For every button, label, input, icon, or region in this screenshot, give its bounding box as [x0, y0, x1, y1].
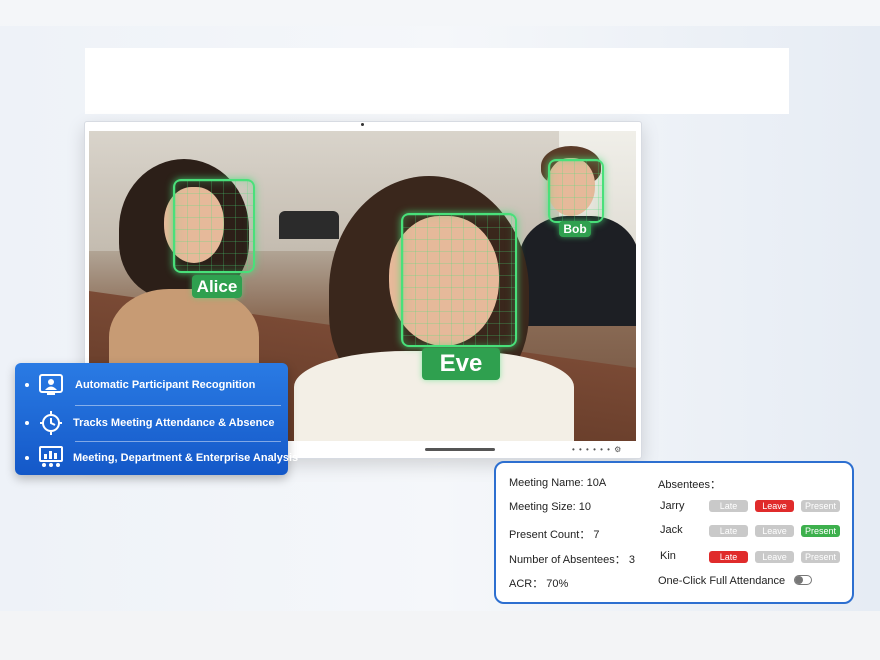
feature-item-recognition: Automatic Participant Recognition	[15, 370, 288, 400]
absentee-name: Kin	[660, 550, 676, 562]
feature-divider	[75, 441, 281, 442]
late-button[interactable]: Late	[709, 500, 748, 512]
bullet-icon	[25, 456, 29, 460]
present-button[interactable]: Present	[801, 500, 840, 512]
toggle-knob	[795, 576, 803, 584]
person-monitor-icon	[37, 372, 65, 398]
present-button[interactable]: Present	[801, 525, 840, 537]
attendance-card: Meeting Name: 10A Meeting Size: 10 Prese…	[494, 461, 854, 604]
feature-divider	[75, 405, 281, 406]
face-box-bob	[548, 159, 604, 223]
name-tag-alice: Alice	[192, 275, 242, 298]
acr-value: ACR： 70%	[509, 578, 569, 590]
absentee-name: Jarry	[660, 500, 685, 512]
face-box-alice	[173, 179, 255, 273]
meeting-name: Meeting Name: 10A	[509, 477, 607, 489]
feature-label: Tracks Meeting Attendance & Absence	[73, 417, 275, 429]
display-indicators: • • • • • • ⚙	[572, 445, 623, 454]
feature-panel: Automatic Participant Recognition Tracks…	[15, 363, 298, 475]
bullet-icon	[25, 421, 29, 425]
display-bottom-bar	[425, 448, 495, 451]
late-button[interactable]: Late	[709, 551, 748, 563]
meeting-size: Meeting Size: 10	[509, 501, 591, 513]
header-strip	[85, 48, 789, 114]
leave-button[interactable]: Leave	[755, 525, 794, 537]
absentee-name: Jack	[660, 524, 683, 536]
present-button[interactable]: Present	[801, 551, 840, 563]
leave-button[interactable]: Leave	[755, 551, 794, 563]
feature-item-attendance: Tracks Meeting Attendance & Absence	[15, 408, 288, 438]
one-click-toggle[interactable]	[794, 575, 812, 585]
one-click-label: One-Click Full Attendance	[658, 575, 786, 587]
feature-label: Automatic Participant Recognition	[75, 379, 256, 391]
background-bottom	[0, 611, 880, 660]
face-box-eve	[401, 213, 517, 347]
absentees-count: Number of Absentees： 3	[509, 554, 635, 566]
name-tag-bob: Bob	[559, 221, 591, 237]
clock-arrows-icon	[37, 410, 65, 436]
analytics-people-icon	[37, 445, 65, 471]
name-tag-eve: Eve	[422, 348, 500, 380]
bullet-icon	[25, 383, 29, 387]
late-button[interactable]: Late	[709, 525, 748, 537]
leave-button[interactable]: Leave	[755, 500, 794, 512]
absentees-heading: Absentees：	[658, 479, 721, 491]
feature-label: Meeting, Department & Enterprise Analysi…	[73, 452, 299, 464]
present-count: Present Count： 7	[509, 529, 600, 541]
camera-dot	[361, 123, 364, 126]
feature-item-analysis: Meeting, Department & Enterprise Analysi…	[15, 443, 298, 473]
